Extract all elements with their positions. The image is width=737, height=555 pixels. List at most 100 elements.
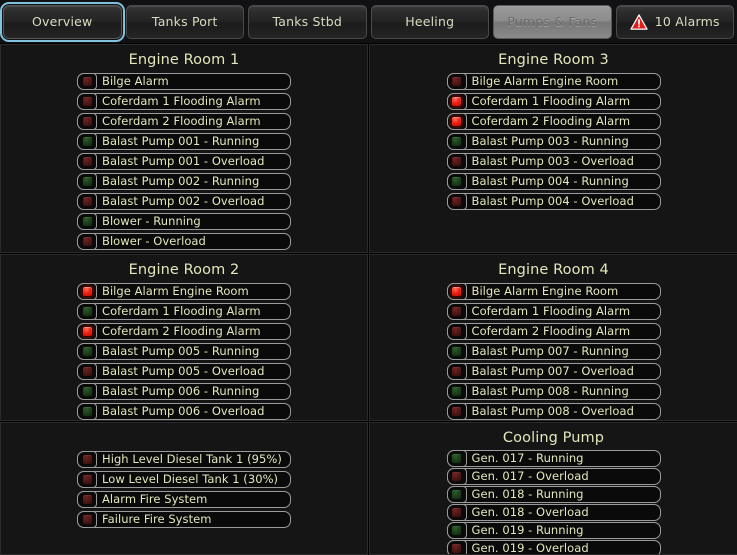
status-led-green-off — [81, 176, 93, 187]
led-holder — [77, 491, 97, 508]
tab-alarms[interactable]: 10 Alarms — [615, 4, 734, 39]
status-led-green-off — [81, 346, 93, 357]
status-led-red-off — [81, 454, 93, 465]
status-led-red-on — [81, 326, 93, 337]
indicator-label: Balast Pump 003 - Running — [471, 135, 629, 148]
led-holder — [446, 363, 467, 380]
status-led-red-off — [451, 196, 462, 207]
led-holder — [446, 522, 467, 539]
led-holder — [446, 133, 467, 150]
led-holder — [77, 363, 97, 380]
indicator-label: Balast Pump 008 - Running — [471, 385, 629, 398]
indicator-label: Alarm Fire System — [102, 493, 208, 506]
indicator-label: Gen. 018 - Running — [471, 488, 584, 501]
led-holder — [77, 303, 97, 320]
indicator-row: Balast Pump 001 - Overload — [77, 153, 291, 170]
tab-tanks-port[interactable]: Tanks Port — [125, 4, 244, 39]
indicator-row: Coferdam 2 Flooding Alarm — [77, 323, 291, 340]
status-led-green-off — [451, 136, 462, 147]
indicator-label: Low Level Diesel Tank 1 (30%) — [102, 473, 279, 486]
panel-title-spacer — [1, 428, 367, 448]
status-led-green-off — [81, 136, 93, 147]
led-holder — [446, 153, 467, 170]
indicator-label: Coferdam 1 Flooding Alarm — [102, 95, 261, 108]
indicator-label: Coferdam 2 Flooding Alarm — [102, 115, 261, 128]
indicator-row: Balast Pump 007 - Overload — [446, 363, 661, 380]
indicator-list: High Level Diesel Tank 1 (95%) Low Level … — [1, 451, 367, 531]
status-led-red-off — [81, 474, 93, 485]
indicator-row: Balast Pump 002 - Running — [77, 173, 291, 190]
indicator-list: Bilge Alarm Engine Room Coferdam 1 Floodi… — [1, 283, 367, 420]
tab-overview[interactable]: Overview — [0, 1, 125, 42]
indicator-label: Balast Pump 007 - Overload — [471, 365, 634, 378]
indicator-label: Balast Pump 008 - Overload — [471, 405, 634, 418]
led-holder — [446, 343, 467, 360]
led-holder — [446, 383, 467, 400]
indicator-label: Coferdam 2 Flooding Alarm — [471, 115, 631, 128]
led-holder — [446, 403, 467, 420]
indicator-row: Coferdam 1 Flooding Alarm — [77, 303, 291, 320]
indicator-row: Balast Pump 003 - Overload — [446, 153, 661, 170]
indicator-list: Bilge Alarm Coferdam 1 Flooding Alarm Cofe… — [1, 73, 367, 252]
indicator-row: Balast Pump 002 - Overload — [77, 193, 291, 210]
indicator-label: Gen. 017 - Overload — [471, 470, 589, 483]
indicator-label: Balast Pump 006 - Running — [102, 385, 260, 398]
indicator-label: Balast Pump 007 - Running — [471, 345, 629, 358]
led-holder — [446, 73, 467, 90]
status-led-red-off — [81, 494, 93, 505]
indicator-row: Gen. 017 - Running — [446, 450, 661, 467]
indicator-label: Balast Pump 003 - Overload — [471, 155, 634, 168]
led-holder — [446, 303, 467, 320]
status-led-red-off — [451, 156, 462, 167]
status-led-red-off — [81, 236, 93, 247]
indicator-label: Coferdam 2 Flooding Alarm — [471, 325, 631, 338]
panel-cooling-pump: Cooling Pump Gen. 017 - Running Gen. 017 -… — [369, 422, 737, 555]
status-led-green-off — [81, 406, 93, 417]
led-holder — [446, 323, 467, 340]
indicator-row: Blower - Overload — [77, 233, 291, 250]
status-led-red-off — [451, 326, 462, 337]
tab-heeling[interactable]: Heeling — [370, 4, 489, 39]
overview-panel-grid: Engine Room 1 Bilge Alarm Coferdam 1 Flood… — [0, 44, 737, 555]
indicator-row: Coferdam 1 Flooding Alarm — [446, 93, 661, 110]
indicator-label: Balast Pump 005 - Running — [102, 345, 260, 358]
indicator-label: Bilge Alarm Engine Room — [471, 285, 619, 298]
indicator-row: Balast Pump 008 - Running — [446, 383, 661, 400]
led-holder — [77, 193, 97, 210]
panel-title: Engine Room 3 — [498, 52, 609, 68]
led-holder — [446, 504, 467, 521]
status-led-green-off — [451, 525, 462, 536]
indicator-list: Bilge Alarm Engine Room Coferdam 1 Floodi… — [370, 283, 737, 420]
led-holder — [446, 193, 467, 210]
indicator-row: Balast Pump 004 - Overload — [446, 193, 661, 210]
indicator-label: Gen. 019 - Overload — [471, 542, 589, 555]
led-holder — [446, 468, 467, 485]
led-holder — [77, 403, 97, 420]
indicator-label: Balast Pump 001 - Overload — [102, 155, 265, 168]
panel-engine-room-4: Engine Room 4 Bilge Alarm Engine Room Cofe… — [369, 254, 737, 421]
indicator-label: Balast Pump 001 - Running — [102, 135, 260, 148]
tab-label: Pumps & Fans — [507, 14, 598, 29]
tab-label: Heeling — [405, 14, 455, 29]
tab-tanks-stbd[interactable]: Tanks Stbd — [248, 4, 367, 39]
led-holder — [77, 343, 97, 360]
led-holder — [77, 323, 97, 340]
indicator-row: Low Level Diesel Tank 1 (30%) — [77, 471, 291, 488]
panel-diesel-fire: High Level Diesel Tank 1 (95%) Low Level … — [0, 422, 368, 555]
tab-bar: Overview Tanks Port Tanks Stbd Heeling Pumps… — [0, 0, 737, 44]
status-led-red-off — [81, 76, 93, 87]
led-holder — [446, 173, 467, 190]
indicator-label: Gen. 019 - Running — [471, 524, 584, 537]
status-led-red-off — [451, 366, 462, 377]
led-holder — [446, 113, 467, 130]
indicator-row: Failure Fire System — [77, 511, 291, 528]
indicator-row: Coferdam 2 Flooding Alarm — [446, 113, 661, 130]
indicator-row: Gen. 017 - Overload — [446, 468, 661, 485]
led-holder — [77, 93, 97, 110]
status-led-green-off — [451, 346, 462, 357]
led-holder — [77, 233, 97, 250]
panel-title: Engine Room 2 — [128, 262, 240, 278]
indicator-label: Balast Pump 005 - Overload — [102, 365, 265, 378]
status-led-red-on — [451, 116, 462, 127]
indicator-row: Balast Pump 007 - Running — [446, 343, 661, 360]
